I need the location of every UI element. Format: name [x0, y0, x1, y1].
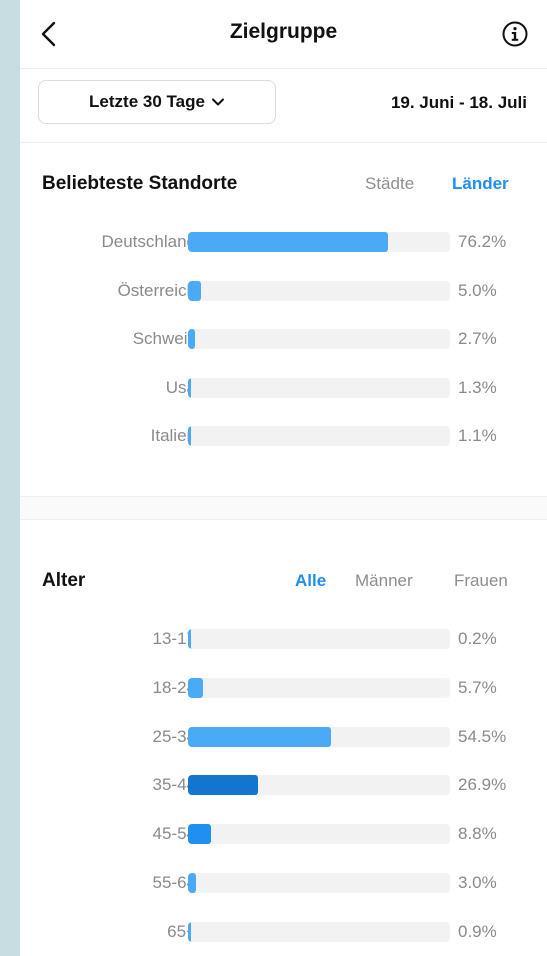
age-percent: 5.7%	[458, 677, 497, 697]
location-label: Österreich	[117, 280, 196, 300]
age-row: 45-54 8.8%	[20, 819, 547, 849]
date-range-dropdown[interactable]: Letzte 30 Tage	[38, 80, 276, 124]
audience-screen: Zielgruppe Letzte 30 Tage 19. Juni - 18.…	[20, 0, 547, 956]
age-bar	[188, 873, 196, 893]
tab-all[interactable]: Alle	[295, 571, 326, 591]
location-bar-track	[188, 232, 450, 252]
location-bar	[188, 280, 201, 301]
age-title: Alter	[42, 570, 86, 591]
location-bar-track	[188, 426, 450, 446]
location-row: Italien 1.1%	[20, 421, 547, 451]
section-divider	[20, 142, 547, 143]
location-percent: 5.0%	[458, 280, 497, 300]
age-bar	[188, 677, 203, 698]
age-percent: 3.0%	[458, 873, 497, 892]
section-separator	[20, 496, 547, 520]
date-range-text: 19. Juni - 18. Juli	[390, 93, 527, 112]
tab-cities[interactable]: Städte	[365, 174, 414, 194]
location-percent: 2.7%	[458, 329, 497, 348]
location-bar	[188, 377, 191, 398]
age-row: 18-24 5.7%	[20, 673, 547, 703]
age-bar-track	[188, 677, 450, 698]
age-bar	[188, 921, 191, 942]
location-row: Usa 1.3%	[20, 373, 547, 403]
location-label: Deutschland	[101, 232, 196, 251]
info-icon[interactable]	[501, 20, 529, 48]
tab-countries[interactable]: Länder	[452, 174, 509, 194]
age-bar-track	[188, 629, 450, 649]
age-percent: 0.9%	[458, 921, 497, 941]
location-bar-track	[188, 377, 450, 398]
location-percent: 76.2%	[458, 232, 507, 251]
age-bar-track	[188, 726, 450, 747]
age-row: 55-64 3.0%	[20, 868, 547, 898]
age-bar-track	[188, 873, 450, 893]
age-bar	[188, 629, 191, 649]
age-percent: 8.8%	[458, 824, 497, 844]
date-range-dropdown-label: Letzte 30 Tage	[89, 92, 205, 111]
locations-title: Beliebteste Standorte	[42, 173, 238, 194]
location-row: Deutschland 76.2%	[20, 227, 547, 257]
age-row: 13-17 0.2%	[20, 624, 547, 654]
location-bar-track	[188, 329, 450, 349]
page-title: Zielgruppe	[229, 20, 338, 43]
age-row: 65+ 0.9%	[20, 917, 547, 947]
age-bar	[188, 824, 211, 845]
age-bar-track	[188, 921, 450, 942]
chevron-down-icon	[211, 98, 224, 106]
age-bar-track	[188, 775, 450, 796]
tab-men[interactable]: Männer	[355, 571, 413, 591]
age-percent: 0.2%	[458, 629, 497, 648]
location-bar	[188, 232, 388, 252]
tab-women[interactable]: Frauen	[454, 571, 508, 591]
age-row: 25-34 54.5%	[20, 722, 547, 752]
location-bar	[188, 329, 195, 349]
age-row: 35-44 26.9%	[20, 770, 547, 800]
header: Zielgruppe	[20, 0, 547, 68]
header-divider	[20, 68, 547, 69]
age-bar	[188, 726, 331, 747]
age-percent: 26.9%	[458, 775, 507, 795]
location-row: Österreich 5.0%	[20, 276, 547, 306]
location-percent: 1.1%	[458, 426, 497, 445]
location-bar	[188, 426, 191, 446]
age-bar-track	[188, 824, 450, 845]
age-bar	[188, 775, 258, 796]
location-label: Schweiz	[132, 329, 196, 348]
age-percent: 54.5%	[458, 726, 507, 746]
location-percent: 1.3%	[458, 377, 497, 397]
location-bar-track	[188, 280, 450, 301]
location-row: Schweiz 2.7%	[20, 324, 547, 354]
